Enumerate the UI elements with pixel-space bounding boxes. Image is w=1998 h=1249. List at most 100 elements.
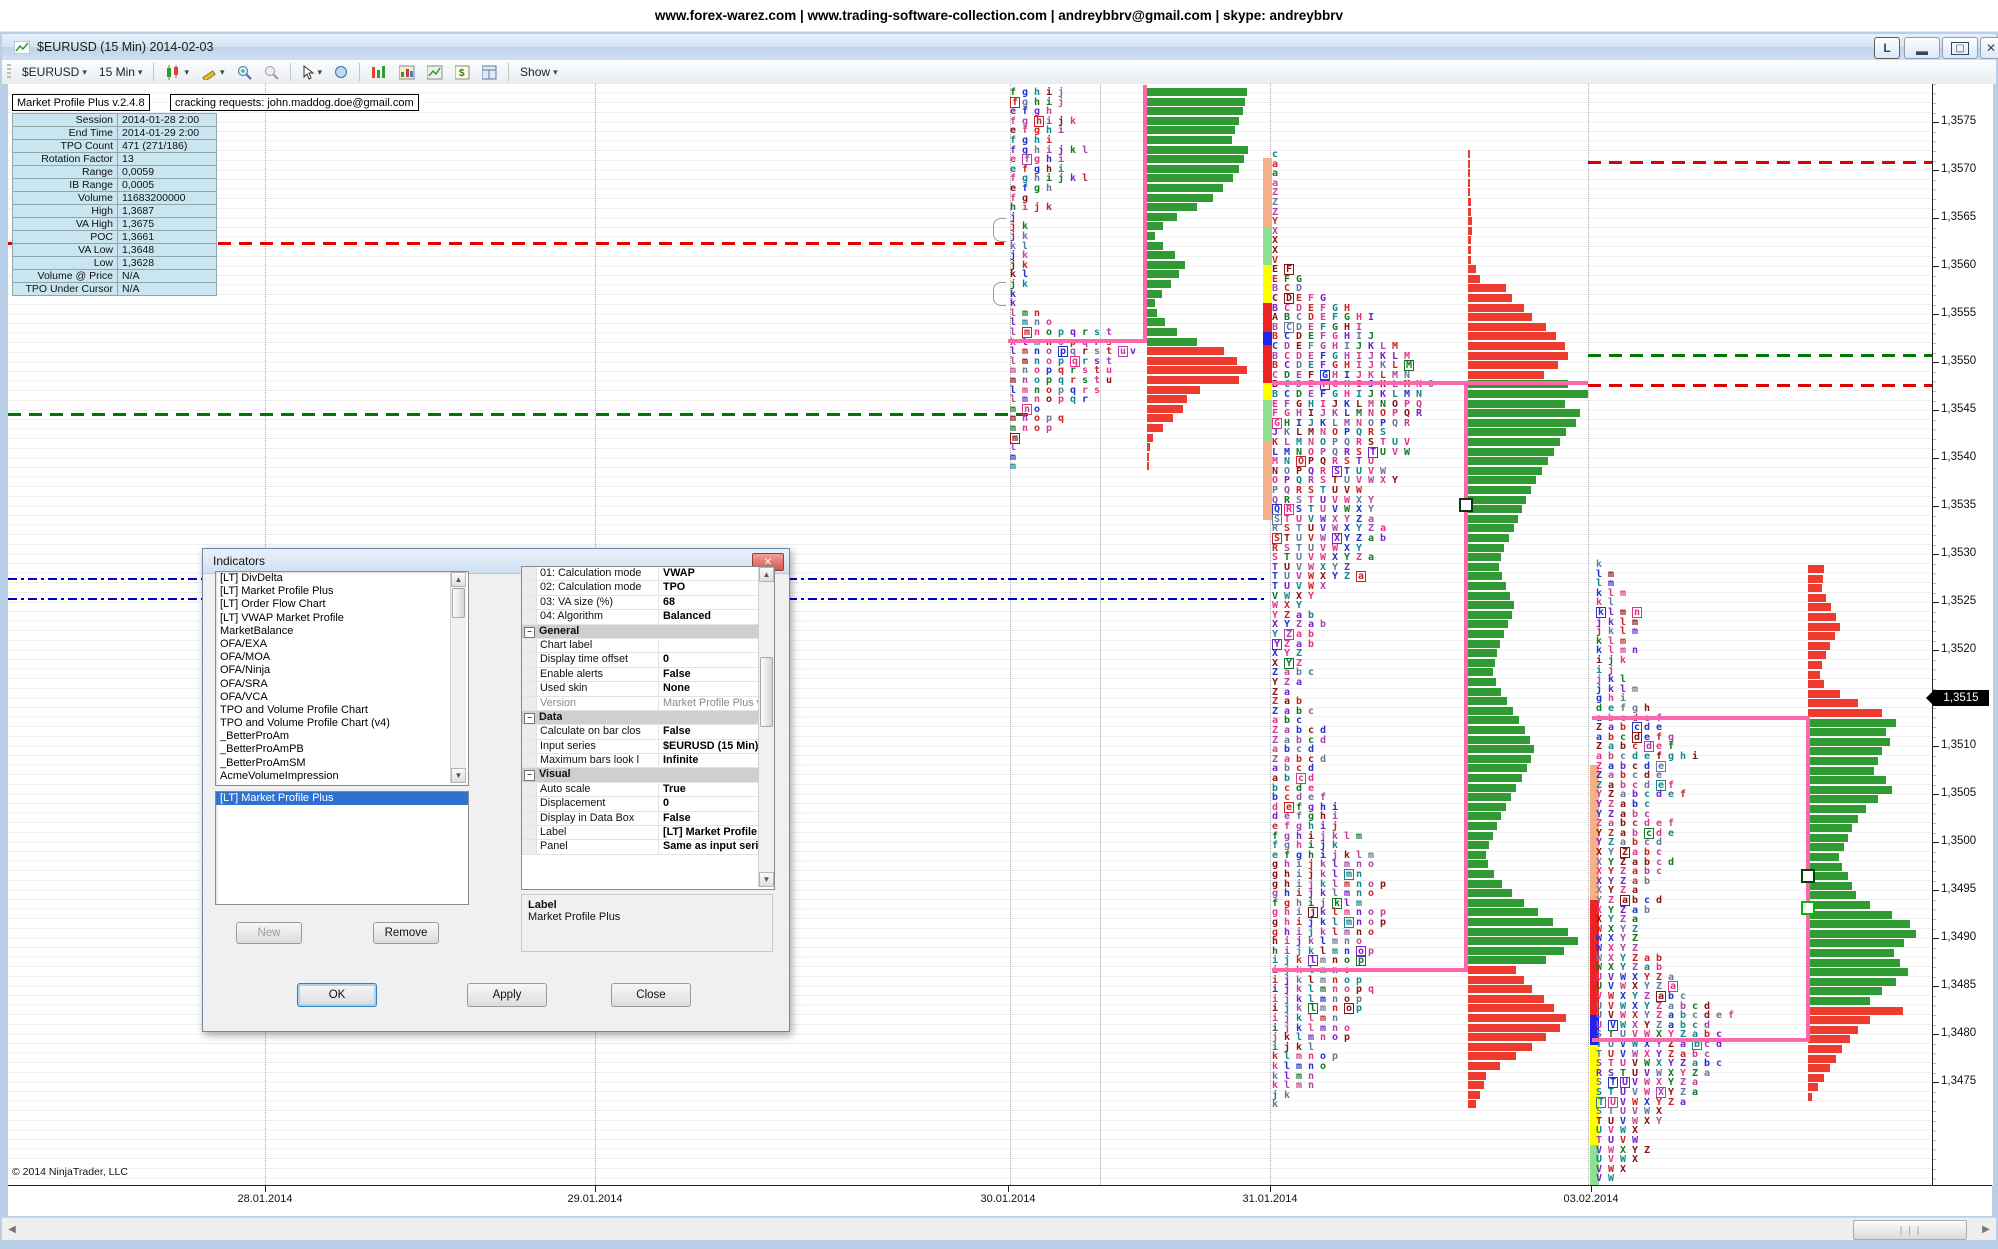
- scrollbar-thumb[interactable]: [452, 588, 465, 618]
- property-row[interactable]: PanelSame as input series: [522, 840, 774, 854]
- data-series-button[interactable]: [421, 63, 449, 82]
- grid-button[interactable]: [476, 63, 503, 82]
- property-value[interactable]: VWAP: [659, 567, 774, 580]
- window-titlebar[interactable]: $EURUSD (15 Min) 2014-02-03: [2, 34, 1996, 60]
- chart-style-button[interactable]: ▾: [159, 63, 195, 82]
- property-value[interactable]: 68: [659, 596, 774, 609]
- property-section-row[interactable]: −Visual: [522, 768, 774, 782]
- property-value[interactable]: False: [659, 668, 774, 681]
- scroll-up-icon[interactable]: ▲: [451, 572, 466, 587]
- restore-button[interactable]: ▢: [1942, 37, 1978, 59]
- collapse-icon[interactable]: −: [524, 713, 535, 724]
- property-row[interactable]: 03: VA size (%)68: [522, 596, 774, 610]
- property-row[interactable]: Display in Data BoxFalse: [522, 812, 774, 826]
- property-value[interactable]: $EURUSD (15 Min): [659, 740, 774, 753]
- collapse-icon[interactable]: −: [524, 770, 535, 781]
- property-row[interactable]: 04: AlgorithmBalanced: [522, 610, 774, 624]
- property-value[interactable]: [LT] Market Profile I: [659, 826, 774, 839]
- indicator-list-item[interactable]: _BetterProAmSM: [216, 757, 468, 770]
- property-section-row[interactable]: −Data: [522, 711, 774, 725]
- indicator-list-item[interactable]: MarketBalance: [216, 625, 468, 638]
- remove-button[interactable]: Remove: [373, 922, 439, 944]
- zoom-in-button[interactable]: [231, 63, 258, 82]
- apply-button[interactable]: Apply: [467, 983, 547, 1007]
- indicator-list-item[interactable]: [LT] Order Flow Chart: [216, 598, 468, 611]
- interval-selector[interactable]: 15 Min ▾: [93, 63, 149, 81]
- scrollbar-thumb[interactable]: [760, 657, 773, 727]
- property-value[interactable]: [659, 639, 774, 652]
- indicator-list-item[interactable]: [LT] Market Profile Plus: [216, 585, 468, 598]
- indicators-dialog[interactable]: Indicators ✕ [LT] DivDelta[LT] Market Pr…: [202, 548, 790, 1032]
- indicator-list-item[interactable]: [LT] VWAP Market Profile: [216, 612, 468, 625]
- property-value[interactable]: Market Profile Plus v.2.4: [659, 697, 774, 710]
- indicator-list-item[interactable]: AcmeVolumeImpression: [216, 770, 468, 783]
- scroll-left-icon[interactable]: ◀: [4, 1220, 20, 1238]
- indicator-list-item[interactable]: TPO and Volume Profile Chart (v4): [216, 717, 468, 730]
- property-row[interactable]: Enable alertsFalse: [522, 668, 774, 682]
- cursor-button[interactable]: ▾: [296, 63, 329, 82]
- price-axis[interactable]: 1,35751,35701,35651,35601,35551,35501,35…: [1932, 84, 1993, 1185]
- scroll-down-icon[interactable]: ▼: [451, 768, 466, 783]
- property-row[interactable]: VersionMarket Profile Plus v.2.4: [522, 697, 774, 711]
- scrollbar-thumb[interactable]: ❘❘❘: [1853, 1220, 1967, 1240]
- ok-button[interactable]: OK: [297, 983, 377, 1007]
- property-value[interactable]: Same as input series: [659, 840, 774, 853]
- selected-indicators-list[interactable]: [LT] Market Profile Plus: [215, 791, 469, 905]
- available-indicators-list[interactable]: [LT] DivDelta[LT] Market Profile Plus[LT…: [215, 571, 469, 786]
- indicator-list-item[interactable]: _BetterProAmPB: [216, 743, 468, 756]
- show-menu[interactable]: Show ▾: [514, 63, 564, 81]
- scroll-down-icon[interactable]: ▼: [759, 872, 774, 887]
- scroll-right-icon[interactable]: ▶: [1978, 1220, 1994, 1238]
- property-row[interactable]: Maximum bars look lInfinite: [522, 754, 774, 768]
- property-section-row[interactable]: −General: [522, 625, 774, 639]
- property-row[interactable]: 01: Calculation modeVWAP: [522, 567, 774, 581]
- property-row[interactable]: Display time offset0: [522, 653, 774, 667]
- property-value[interactable]: Balanced: [659, 610, 774, 623]
- close-button[interactable]: ✕: [1980, 37, 1998, 59]
- account-button[interactable]: $: [449, 63, 476, 82]
- property-value[interactable]: 0: [659, 653, 774, 666]
- list-scrollbar[interactable]: ▲ ▼: [450, 572, 466, 783]
- new-button[interactable]: New: [236, 922, 302, 944]
- link-button[interactable]: L: [1874, 37, 1900, 59]
- property-grid[interactable]: 01: Calculation modeVWAP02: Calculation …: [521, 566, 775, 890]
- time-axis[interactable]: 28.01.201429.01.201430.01.201431.01.2014…: [8, 1185, 1992, 1216]
- property-row[interactable]: Used skinNone: [522, 682, 774, 696]
- property-value[interactable]: TPO: [659, 581, 774, 594]
- indicator-list-item[interactable]: OFA/MOA: [216, 651, 468, 664]
- indicator-list-item[interactable]: TPO and Volume Profile Chart: [216, 704, 468, 717]
- indicator-list-item[interactable]: _BetterProAm: [216, 730, 468, 743]
- draw-tool-button[interactable]: ▾: [195, 63, 231, 82]
- property-grid-scrollbar[interactable]: ▲ ▼: [758, 567, 774, 887]
- property-value[interactable]: False: [659, 812, 774, 825]
- property-row[interactable]: Label[LT] Market Profile I: [522, 826, 774, 840]
- property-row[interactable]: Chart label: [522, 639, 774, 653]
- zoom-out-button[interactable]: [258, 63, 285, 82]
- horizontal-scrollbar[interactable]: ◀ ▶ ❘❘❘: [2, 1217, 1996, 1240]
- indicator-list-item[interactable]: OFA/VCA: [216, 691, 468, 704]
- minimize-button[interactable]: ▬: [1904, 37, 1940, 59]
- indicator-panel-button[interactable]: [365, 63, 393, 82]
- dialog-close-action-button[interactable]: Close: [611, 983, 691, 1007]
- collapse-icon[interactable]: −: [524, 627, 535, 638]
- instrument-selector[interactable]: $EURUSD ▾: [16, 63, 93, 81]
- toolbar-grip[interactable]: [7, 64, 11, 80]
- property-row[interactable]: Auto scaleTrue: [522, 783, 774, 797]
- indicator-list-item[interactable]: OFA/SRA: [216, 678, 468, 691]
- property-value[interactable]: Infinite: [659, 754, 774, 767]
- snap-button[interactable]: [328, 63, 354, 81]
- property-row[interactable]: Displacement0: [522, 797, 774, 811]
- indicator-list-item[interactable]: [LT] DivDelta: [216, 572, 468, 585]
- property-row[interactable]: Input series$EURUSD (15 Min): [522, 740, 774, 754]
- chart-trader-button[interactable]: [393, 63, 421, 82]
- property-value[interactable]: 0: [659, 797, 774, 810]
- scroll-up-icon[interactable]: ▲: [759, 567, 774, 582]
- indicator-list-item[interactable]: OFA/Ninja: [216, 664, 468, 677]
- property-value[interactable]: False: [659, 725, 774, 738]
- property-row[interactable]: Calculate on bar closFalse: [522, 725, 774, 739]
- selected-indicator-item[interactable]: [LT] Market Profile Plus: [216, 792, 468, 805]
- property-value[interactable]: None: [659, 682, 774, 695]
- indicator-list-item[interactable]: OFA/EXA: [216, 638, 468, 651]
- property-value[interactable]: True: [659, 783, 774, 796]
- property-row[interactable]: 02: Calculation modeTPO: [522, 581, 774, 595]
